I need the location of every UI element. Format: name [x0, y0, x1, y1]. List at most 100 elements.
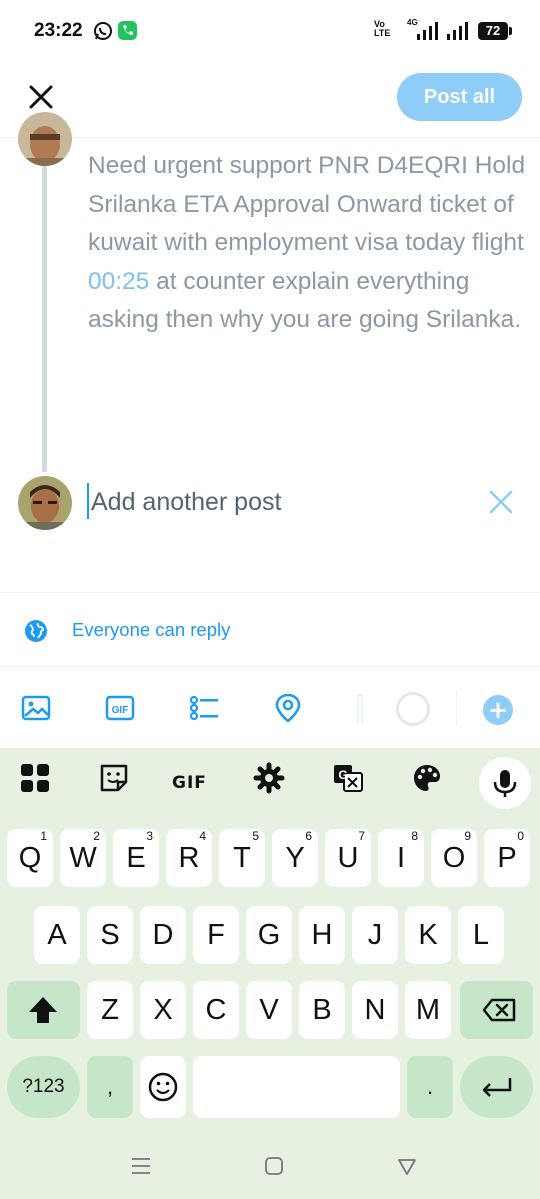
symbols-key[interactable]: ?123	[7, 1056, 80, 1118]
key-label: Z	[101, 994, 119, 1026]
gif-icon-label: GIF	[112, 705, 129, 716]
header-divider	[0, 137, 540, 138]
key-i[interactable]: 8I	[378, 829, 424, 887]
divider	[0, 592, 540, 593]
key-w[interactable]: 2W	[60, 829, 106, 887]
key-n[interactable]: N	[352, 981, 398, 1039]
space-key[interactable]	[193, 1056, 400, 1118]
key-label: V	[259, 994, 279, 1026]
apps-grid-icon[interactable]	[19, 762, 51, 794]
backspace-icon	[482, 998, 516, 1022]
keyboard	[0, 748, 540, 1199]
key-label: ,	[106, 1074, 114, 1099]
key-label: D	[152, 919, 174, 951]
gif-icon[interactable]: GIF	[104, 692, 136, 724]
volte-label: Vo LTE	[374, 19, 391, 38]
emoji-key[interactable]	[140, 1056, 186, 1118]
shift-icon	[29, 997, 57, 1023]
compose-thread-screen: 23:22 Vo LTE 4G 72 Post all Need urgent …	[0, 0, 540, 1199]
shift-key[interactable]	[7, 981, 80, 1039]
key-p[interactable]: 0P	[484, 829, 530, 887]
key-u[interactable]: 7U	[325, 829, 371, 887]
globe-icon[interactable]	[24, 619, 48, 643]
text-cursor	[87, 483, 89, 519]
key-label: X	[153, 994, 173, 1026]
key-v[interactable]: V	[246, 981, 292, 1039]
microphone-button[interactable]	[479, 757, 531, 809]
key-f[interactable]: F	[193, 906, 239, 964]
avatar[interactable]	[18, 112, 72, 166]
key-m[interactable]: M	[405, 981, 451, 1039]
reply-setting-button[interactable]: Everyone can reply	[72, 619, 230, 641]
enter-key[interactable]	[460, 1056, 533, 1118]
key-b[interactable]: B	[299, 981, 345, 1039]
signal-bars-icon	[447, 22, 468, 40]
close-icon[interactable]	[486, 487, 516, 517]
key-g[interactable]: G	[246, 906, 292, 964]
post-all-button[interactable]: Post all	[397, 73, 522, 121]
schedule-icon[interactable]	[357, 694, 363, 724]
key-e[interactable]: 3E	[113, 829, 159, 887]
recent-apps-icon[interactable]	[129, 1154, 153, 1178]
key-hint: 3	[146, 829, 153, 843]
key-y[interactable]: 6Y	[272, 829, 318, 887]
key-t[interactable]: 5T	[219, 829, 265, 887]
key-hint: 2	[93, 829, 100, 843]
period-key[interactable]: .	[407, 1056, 453, 1118]
post-text-part: Need urgent support PNR D4EQRI Hold Sril…	[88, 152, 526, 256]
svg-text:G: G	[338, 768, 347, 782]
image-icon[interactable]	[20, 692, 52, 724]
key-q[interactable]: 1Q	[7, 829, 53, 887]
key-c[interactable]: C	[193, 981, 239, 1039]
key-d[interactable]: D	[140, 906, 186, 964]
divider	[0, 666, 540, 667]
key-j[interactable]: J	[352, 906, 398, 964]
poll-icon[interactable]	[188, 692, 220, 724]
status-time: 23:22	[34, 20, 83, 41]
phone-call-icon	[118, 21, 137, 40]
key-hint: 4	[199, 829, 206, 843]
key-h[interactable]: H	[299, 906, 345, 964]
microphone-icon	[493, 770, 517, 797]
avatar[interactable]	[18, 476, 72, 530]
key-a[interactable]: A	[34, 906, 80, 964]
post-text[interactable]: Need urgent support PNR D4EQRI Hold Sril…	[88, 147, 528, 340]
battery-indicator: 72	[478, 22, 512, 40]
enter-icon	[482, 1078, 512, 1097]
key-l[interactable]: L	[458, 906, 504, 964]
key-hint: 5	[252, 829, 259, 843]
add-post-button[interactable]: +	[483, 695, 513, 725]
key-label: L	[472, 919, 490, 951]
key-label: .	[426, 1074, 434, 1099]
key-label: S	[100, 919, 120, 951]
key-o[interactable]: 9O	[431, 829, 477, 887]
key-label: H	[311, 919, 333, 951]
translate-icon[interactable]: G	[332, 762, 364, 794]
key-hint: 7	[358, 829, 365, 843]
gif-keyboard-button[interactable]: GIF	[172, 773, 207, 793]
time-link[interactable]: 00:25	[88, 268, 149, 295]
back-icon[interactable]	[395, 1154, 419, 1178]
comma-key[interactable]: ,	[87, 1056, 133, 1118]
key-label: F	[207, 919, 225, 951]
toolbar-divider	[456, 690, 457, 726]
location-icon[interactable]	[272, 692, 304, 724]
key-s[interactable]: S	[87, 906, 133, 964]
key-label: K	[418, 919, 438, 951]
backspace-key[interactable]	[460, 981, 533, 1039]
key-r[interactable]: 4R	[166, 829, 212, 887]
key-label: A	[47, 919, 67, 951]
whatsapp-icon	[94, 22, 112, 40]
sticker-icon[interactable]	[98, 762, 130, 794]
palette-icon[interactable]	[411, 762, 443, 794]
home-icon[interactable]	[262, 1154, 286, 1178]
thread-connector-line	[42, 166, 47, 472]
key-x[interactable]: X	[140, 981, 186, 1039]
key-label: J	[367, 919, 383, 951]
add-post-input[interactable]: Add another post	[91, 482, 461, 522]
close-icon[interactable]	[22, 78, 60, 116]
key-k[interactable]: K	[405, 906, 451, 964]
emoji-icon	[148, 1072, 178, 1102]
key-z[interactable]: Z	[87, 981, 133, 1039]
gear-icon[interactable]	[253, 762, 285, 794]
